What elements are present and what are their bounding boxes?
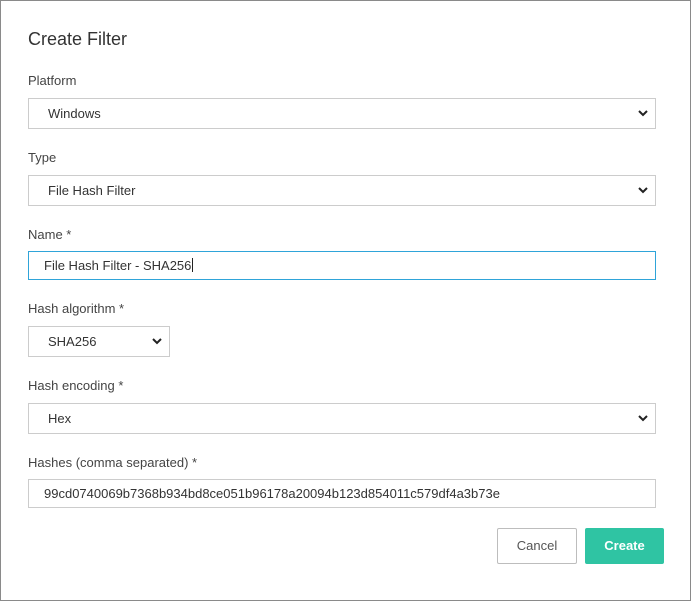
platform-select[interactable]: Windows xyxy=(28,98,656,129)
dialog-title: Create Filter xyxy=(28,29,128,49)
hashes-input-value: 99cd0740069b7368b934bd8ce051b96178a20094… xyxy=(44,486,500,501)
hashes-input[interactable]: 99cd0740069b7368b934bd8ce051b96178a20094… xyxy=(28,479,656,508)
chevron-down-icon xyxy=(638,110,648,117)
create-filter-dialog: Create Filter Platform Windows Type File… xyxy=(0,0,691,601)
hash-algorithm-label: Hash algorithm * xyxy=(28,301,125,316)
chevron-down-icon xyxy=(638,187,648,194)
hash-encoding-selected-value: Hex xyxy=(48,411,72,426)
name-input-value: File Hash Filter - SHA256 xyxy=(44,258,194,273)
type-label: Type xyxy=(28,150,57,165)
hashes-label: Hashes (comma separated) * xyxy=(28,455,198,470)
text-caret xyxy=(192,258,194,272)
hash-encoding-label: Hash encoding * xyxy=(28,378,124,393)
create-button[interactable]: Create xyxy=(585,528,664,564)
cancel-button[interactable]: Cancel xyxy=(497,528,577,564)
hash-algorithm-select[interactable]: SHA256 xyxy=(28,326,170,357)
type-select[interactable]: File Hash Filter xyxy=(28,175,656,206)
name-input[interactable]: File Hash Filter - SHA256 xyxy=(28,251,656,280)
chevron-down-icon xyxy=(152,338,162,345)
platform-label: Platform xyxy=(28,73,77,88)
hash-encoding-select[interactable]: Hex xyxy=(28,403,656,434)
chevron-down-icon xyxy=(638,415,648,422)
platform-selected-value: Windows xyxy=(48,106,101,121)
type-selected-value: File Hash Filter xyxy=(48,183,136,198)
name-label: Name * xyxy=(28,227,72,242)
hash-algorithm-selected-value: SHA256 xyxy=(48,334,97,349)
